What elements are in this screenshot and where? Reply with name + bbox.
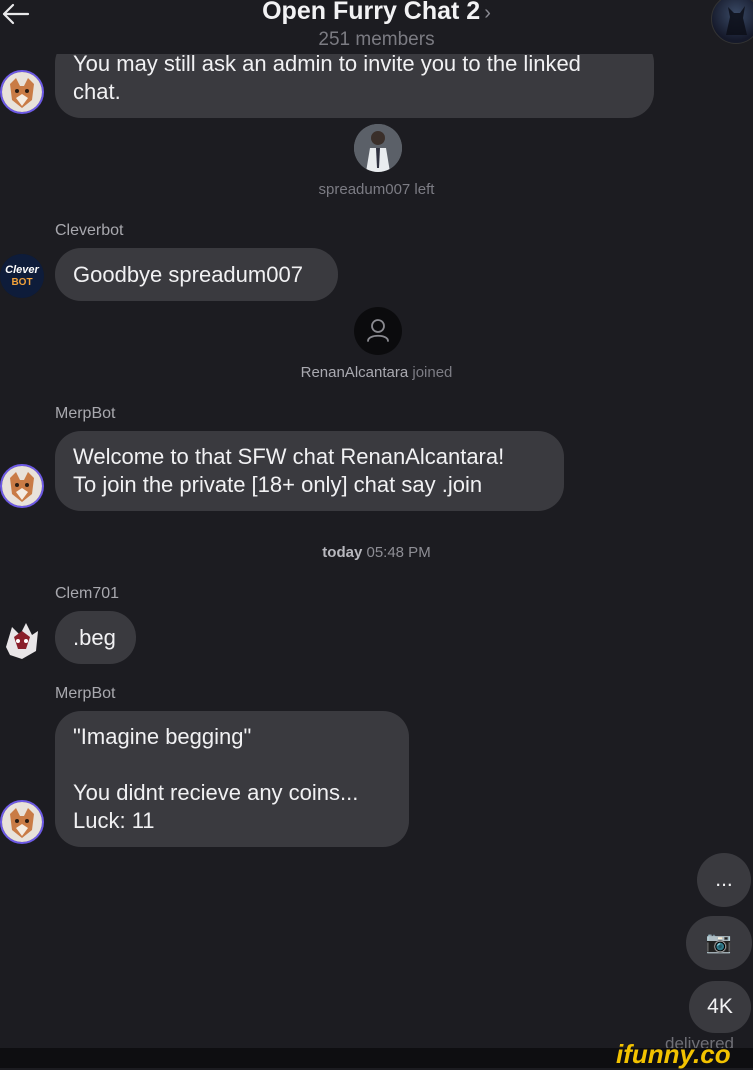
quality-button[interactable]: 4K [689,981,751,1033]
message-bubble[interactable]: Goodbye spreadum007 [55,248,338,301]
clem701-avatar[interactable] [0,617,44,661]
chat-header: Open Furry Chat 2 › 251 members [0,0,753,54]
date-separator: today 05:48 PM [0,544,753,561]
fox-avatar-icon [2,802,42,842]
sender-name[interactable]: MerpBot [55,685,115,703]
message-bubble[interactable]: "Imagine begging" You didnt recieve any … [55,711,409,847]
chat-title-text: Open Furry Chat 2 [262,0,481,25]
user-placeholder-icon [367,319,389,342]
group-avatar[interactable] [711,0,753,44]
camera-button[interactable]: 📷 [686,916,752,970]
system-message-joined: RenanAlcantara joined [0,364,753,381]
fox-avatar-icon [2,72,42,112]
merpbot-avatar[interactable] [0,800,44,844]
fox-avatar-icon [2,466,42,506]
merpbot-avatar[interactable] [0,464,44,508]
member-count: 251 members [318,29,435,50]
svg-text:BOT: BOT [11,277,32,288]
separator-time: 05:48 PM [362,544,431,561]
cleverbot-avatar[interactable]: Clever BOT [0,254,44,298]
merpbot-avatar[interactable] [0,70,44,114]
system-user[interactable]: spreadum007 [319,181,411,198]
renanalcantara-avatar[interactable] [354,307,402,355]
chat-title[interactable]: Open Furry Chat 2 › [0,0,753,26]
sender-name[interactable]: Clem701 [55,585,119,603]
chevron-right-icon: › [484,2,491,24]
sender-name[interactable]: Cleverbot [55,222,123,240]
spreadum007-avatar[interactable] [354,124,402,172]
ifunny-watermark: ifunny.co [616,1039,731,1069]
system-user[interactable]: RenanAlcantara [301,364,409,381]
system-message-left: spreadum007 left [0,181,753,198]
more-button[interactable]: ... [697,853,751,907]
camera-icon: 📷 [705,931,733,954]
system-action: joined [408,364,453,381]
wolf-icon [726,6,747,35]
cleverbot-logo-icon: Clever BOT [0,254,44,298]
character-avatar-icon [6,623,38,659]
message-bubble[interactable]: Welcome to that SFW chat RenanAlcantara!… [55,431,564,511]
svg-text:Clever: Clever [5,264,39,276]
sender-name[interactable]: MerpBot [55,405,115,423]
separator-day: today [322,544,363,561]
person-photo-icon [354,124,402,172]
system-action: left [410,181,435,198]
message-bubble[interactable]: .beg [55,611,136,664]
